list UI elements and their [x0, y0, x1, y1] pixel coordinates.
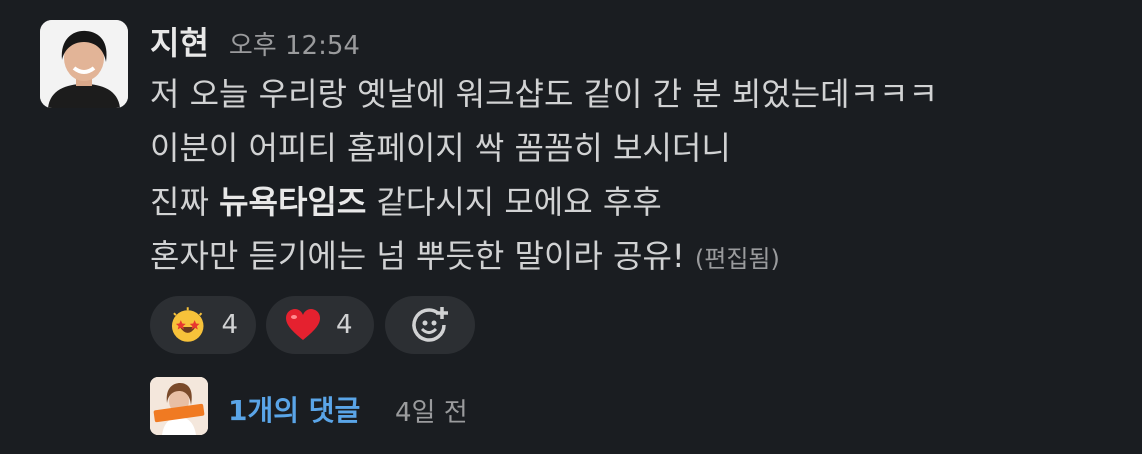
thread-last-reply-time: 4일 전 — [395, 398, 468, 428]
thread-reply-avatar[interactable] — [150, 377, 208, 435]
message-text: 혼자만 듣기에는 넘 뿌듯한 말이라 공유! — [150, 237, 685, 275]
reaction-star-struck[interactable]: 4 — [150, 296, 256, 354]
edited-label: (편집됨) — [694, 245, 780, 273]
red-heart-emoji-icon — [286, 309, 320, 340]
thread-replies-link[interactable]: 1개의 댓글 — [228, 389, 360, 429]
message-line: 이분이 어피티 홈페이지 싹 꼼꼼히 보시더니 — [150, 129, 731, 167]
sender-avatar[interactable] — [40, 20, 128, 108]
message-text: 진짜 — [150, 183, 220, 221]
add-reaction-icon — [412, 307, 448, 342]
add-reaction-button[interactable] — [385, 296, 475, 354]
reaction-count: 4 — [336, 310, 353, 340]
message-timestamp[interactable]: 오후 12:54 — [229, 25, 360, 62]
message-line: 저 오늘 우리랑 옛날에 워크샵도 같이 간 분 뵈었는데ㅋㅋㅋ — [150, 75, 938, 113]
reaction-heart[interactable]: 4 — [266, 296, 374, 354]
message-line: 진짜 뉴욕타임즈 같다시지 모에요 후후 — [150, 182, 662, 222]
bold-text: 뉴욕타임즈 — [219, 183, 367, 221]
reaction-count: 4 — [221, 310, 238, 340]
message-text: 같다시지 모에요 후후 — [366, 183, 662, 221]
sender-name[interactable]: 지현 — [150, 18, 209, 64]
message-line: 혼자만 듣기에는 넘 뿌듯한 말이라 공유! (편집됨) — [150, 236, 780, 279]
star-struck-emoji-icon — [171, 307, 204, 342]
message-header: 지현 오후 12:54 — [150, 18, 360, 62]
